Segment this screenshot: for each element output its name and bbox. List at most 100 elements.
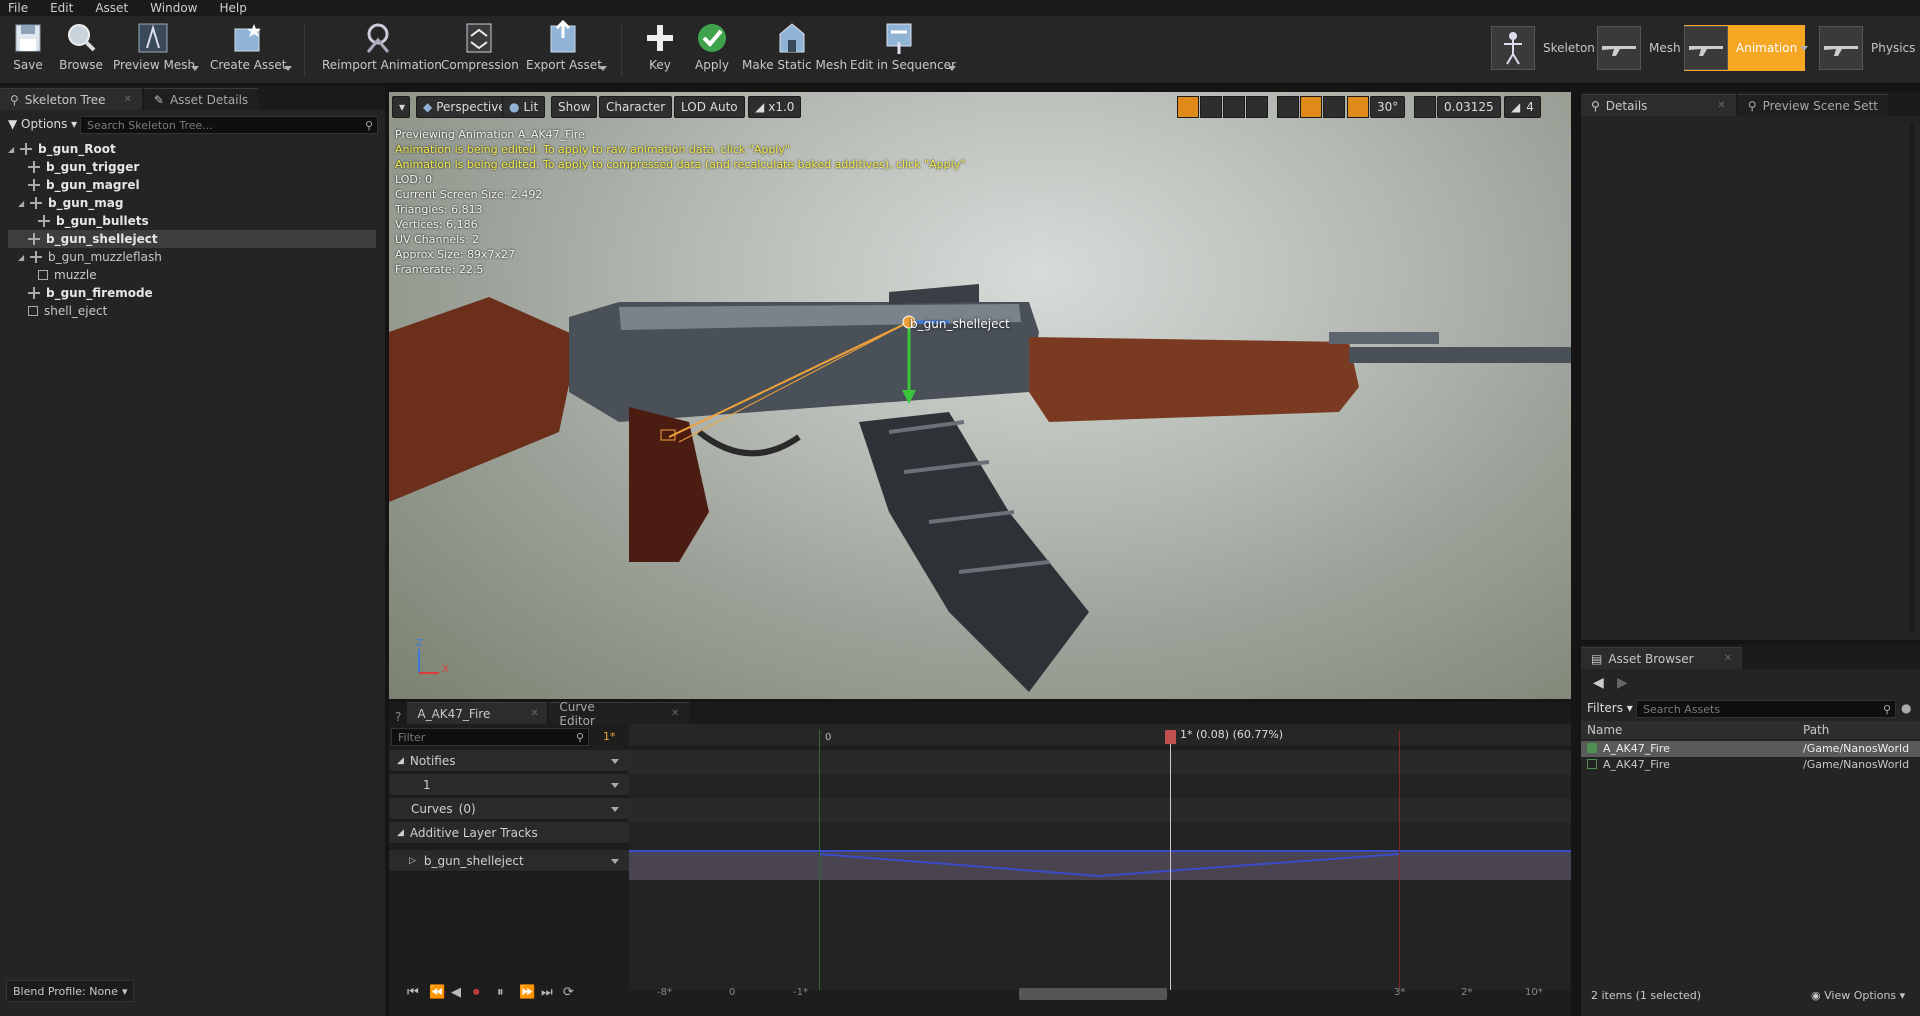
loop-icon[interactable]: ⟳ [563, 985, 574, 1003]
filters-dropdown[interactable]: Filters ▾ [1587, 701, 1633, 715]
curves-dropdown-icon[interactable] [611, 807, 619, 812]
track-filter-input[interactable]: Filter ⚲ [391, 728, 589, 746]
tree-item-b-gun-shelleject[interactable]: b_gun_shelleject [8, 230, 376, 248]
lit-button[interactable]: ● Lit [502, 96, 546, 118]
jump-to-end-icon[interactable]: ⏭ [541, 985, 553, 1003]
key-button[interactable]: Key [640, 20, 680, 80]
mode-animation[interactable]: Animation [1684, 25, 1806, 71]
tab-preview-scene-settings[interactable]: ⚲ Preview Scene Sett [1737, 94, 1888, 116]
column-path[interactable]: Path [1803, 723, 1829, 737]
save-button[interactable]: Save [8, 20, 48, 80]
notifies-dropdown-icon[interactable] [611, 759, 619, 764]
tab-curve-editor[interactable]: Curve Editor ✕ [549, 700, 690, 728]
create-asset-button[interactable]: Create Asset [210, 20, 287, 80]
forward-arrow-icon[interactable]: ▶ [1617, 675, 1628, 691]
tree-item-b-gun-trigger[interactable]: b_gun_trigger [8, 158, 376, 176]
menu-asset[interactable]: Asset [95, 1, 128, 15]
rotation-snap-value[interactable]: 30° [1370, 96, 1406, 118]
pause-icon[interactable]: ⏸ [497, 985, 504, 1003]
expand-icon[interactable]: ◢ [8, 145, 18, 154]
step-forward-icon[interactable]: ⏩ [519, 985, 535, 1003]
expand-icon[interactable]: ◢ [397, 828, 404, 838]
skeleton-search-input[interactable]: Search Skeleton Tree... ⚲ [80, 116, 378, 134]
column-name[interactable]: Name [1587, 723, 1622, 737]
scale-snap-value[interactable]: 0.03125 [1437, 96, 1501, 118]
export-asset-button[interactable]: Export Asset [526, 20, 602, 80]
mode-physics[interactable]: Physics [1819, 26, 1915, 70]
notify-row-dropdown-icon[interactable] [611, 783, 619, 788]
help-icon[interactable]: ? [395, 710, 401, 724]
tab-asset-details[interactable]: ✎ Asset Details [143, 88, 259, 110]
playhead-handle[interactable] [1165, 730, 1176, 744]
rotate-mode-icon[interactable] [1200, 96, 1222, 118]
preview-viewport[interactable]: b_gun_shelleject ▾ ◆ Perspective ● Lit Sho… [389, 92, 1571, 699]
show-button[interactable]: Show [551, 96, 598, 118]
step-back-icon[interactable]: ⏪ [429, 985, 445, 1003]
collapse-icon[interactable]: ▷ [409, 856, 416, 866]
menu-edit[interactable]: Edit [50, 1, 73, 15]
back-arrow-icon[interactable]: ◀ [1593, 675, 1604, 691]
edit-in-sequencer-button[interactable]: Edit in Sequencer [850, 20, 956, 80]
tree-item-b-gun-mag[interactable]: ◢ b_gun_mag [8, 194, 376, 212]
preview-mesh-button[interactable]: Preview Mesh [113, 20, 195, 80]
curves-lane[interactable] [629, 798, 1571, 822]
tab-details[interactable]: ⚲ Details ✕ [1581, 94, 1736, 116]
tree-item-b-gun-magrel[interactable]: b_gun_magrel [8, 176, 376, 194]
bone-track-dropdown-icon[interactable] [611, 859, 619, 864]
make-static-mesh-button[interactable]: Make Static Mesh [742, 20, 847, 80]
grid-size-icon[interactable] [1323, 96, 1345, 118]
grid-snap-icon[interactable] [1300, 96, 1322, 118]
tab-anim-sequence[interactable]: A_AK47_Fire ✕ [407, 702, 548, 724]
close-icon[interactable]: ✕ [530, 708, 538, 719]
export-asset-dropdown-icon[interactable] [599, 66, 607, 71]
browse-button[interactable]: Browse [58, 20, 104, 80]
coordinate-system-icon[interactable] [1246, 96, 1268, 118]
close-icon[interactable]: ✕ [1724, 653, 1732, 664]
tree-item-b-gun-root[interactable]: ◢ b_gun_Root [8, 140, 376, 158]
tree-item-b-gun-muzzleflash[interactable]: ◢ b_gun_muzzleflash [8, 248, 376, 266]
mode-skeleton[interactable]: Skeleton [1491, 26, 1595, 70]
reimport-animation-button[interactable]: Reimport Animation [322, 20, 442, 80]
asset-row[interactable]: A_AK47_Fire /Game/NanosWorld [1581, 741, 1920, 757]
camera-speed-button[interactable]: ◢ 4 [1504, 96, 1541, 118]
character-button[interactable]: Character [599, 96, 673, 118]
tree-item-b-gun-firemode[interactable]: b_gun_firemode [8, 284, 376, 302]
expand-icon[interactable]: ◢ [18, 253, 28, 262]
scale-mode-icon[interactable] [1223, 96, 1245, 118]
notifies-lane[interactable] [629, 750, 1571, 774]
sequencer-dropdown-icon[interactable] [948, 66, 956, 71]
end-range-marker[interactable] [1399, 730, 1400, 990]
rotation-snap-icon[interactable] [1347, 96, 1369, 118]
asset-row[interactable]: A_AK47_Fire /Game/NanosWorld [1581, 757, 1920, 773]
tree-item-b-gun-bullets[interactable]: b_gun_bullets [8, 212, 376, 230]
preview-mesh-dropdown-icon[interactable] [191, 66, 199, 71]
notifies-track[interactable]: ◢ Notifies [389, 750, 629, 772]
notify-track-row[interactable]: 1 [389, 774, 629, 796]
view-options-button[interactable]: ◉ View Options ▾ [1811, 989, 1905, 1002]
menu-help[interactable]: Help [219, 1, 246, 15]
tree-item-shell-eject[interactable]: shell_eject [8, 302, 376, 320]
animation-mode-dropdown-icon[interactable] [1800, 46, 1808, 51]
tree-item-muzzle[interactable]: muzzle [8, 266, 376, 284]
record-icon[interactable]: ⏺ [473, 985, 480, 1003]
details-scrollbar[interactable] [1910, 122, 1914, 632]
bone-track-b-gun-shelleject[interactable]: ▷ b_gun_shelleject [389, 850, 629, 872]
expand-icon[interactable]: ◢ [397, 756, 404, 766]
timeline-scrollbar[interactable] [1019, 988, 1167, 1000]
additive-layer-tracks[interactable]: ◢ Additive Layer Tracks [389, 822, 629, 844]
close-icon[interactable]: ✕ [671, 708, 679, 719]
compression-button[interactable]: Compression [441, 20, 519, 80]
scale-snap-icon[interactable] [1414, 96, 1436, 118]
play-reverse-icon[interactable]: ◀ [451, 985, 461, 1003]
menu-window[interactable]: Window [150, 1, 197, 15]
perspective-button[interactable]: ◆ Perspective [416, 96, 513, 118]
mode-mesh[interactable]: Mesh [1597, 26, 1681, 70]
tab-skeleton-tree[interactable]: ⚲ Skeleton Tree ✕ [0, 88, 142, 110]
options-dropdown[interactable]: ▼ Options ▾ [8, 117, 77, 131]
translate-mode-icon[interactable] [1177, 96, 1199, 118]
surface-snap-icon[interactable] [1277, 96, 1299, 118]
asset-search-input[interactable]: Search Assets ⚲ [1636, 700, 1896, 718]
lock-icon[interactable]: ● [1901, 701, 1911, 715]
viewport-options-dropdown[interactable]: ▾ [392, 96, 410, 118]
apply-button[interactable]: Apply [690, 20, 734, 80]
